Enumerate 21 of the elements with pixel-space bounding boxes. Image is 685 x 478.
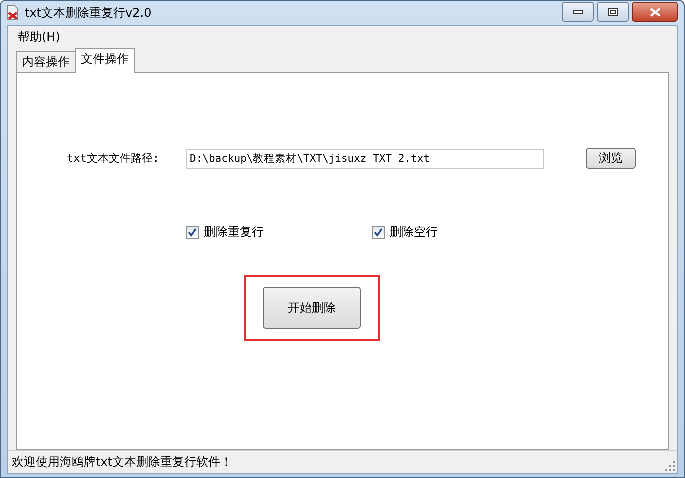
maximize-icon — [608, 8, 618, 16]
minimize-button[interactable] — [562, 2, 594, 22]
start-button[interactable]: 开始删除 — [263, 287, 361, 329]
path-field[interactable]: D:\backup\教程素材\TXT\jisuxz_TXT 2.txt — [186, 148, 544, 168]
tab[interactable]: 文件操作 — [75, 48, 135, 73]
browse-button[interactable]: 浏览 — [586, 148, 636, 169]
minimize-icon — [573, 10, 583, 14]
checkbox[interactable] — [186, 226, 199, 239]
close-button[interactable] — [632, 2, 678, 22]
checkbox-label: 删除空行 — [390, 224, 438, 241]
status-text: 欢迎使用海鸥牌txt文本删除重复行软件！ — [12, 454, 233, 470]
window-title: txt文本删除重复行v2.0 — [25, 4, 152, 22]
maximize-button[interactable] — [597, 2, 629, 22]
checkbox[interactable] — [372, 226, 385, 239]
resize-grip-icon — [665, 461, 675, 471]
path-label: txt文本文件路径: — [67, 151, 160, 166]
app-icon — [6, 5, 20, 21]
close-icon — [650, 8, 660, 16]
checkbox-label: 删除重复行 — [204, 224, 264, 241]
tab[interactable]: 内容操作 — [16, 51, 76, 72]
menu-item[interactable]: 帮助(H) — [18, 28, 60, 46]
